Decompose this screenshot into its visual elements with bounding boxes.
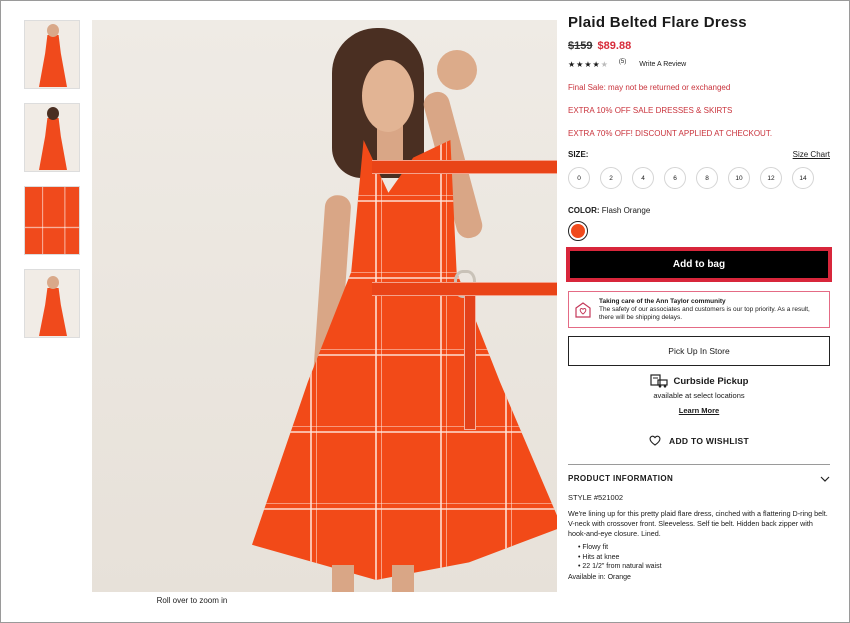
learn-more-link[interactable]: Learn More — [679, 406, 719, 415]
size-label: SIZE: — [568, 150, 589, 159]
thumbnail-full[interactable] — [24, 269, 80, 338]
list-item: 22 1/2" from natural waist — [578, 562, 830, 572]
product-description: We're lining up for this pretty plaid fl… — [568, 509, 828, 538]
size-options: 0 2 4 6 8 10 12 14 — [568, 167, 830, 189]
size-chart-link[interactable]: Size Chart — [793, 150, 830, 159]
size-option[interactable]: 8 — [696, 167, 718, 189]
thumbnail-detail[interactable] — [24, 186, 80, 255]
size-option[interactable]: 4 — [632, 167, 654, 189]
add-to-wishlist-button[interactable]: ADD TO WISHLIST — [568, 435, 830, 446]
wishlist-label: ADD TO WISHLIST — [669, 435, 749, 446]
original-price: $159 — [568, 40, 593, 52]
color-swatch-flash-orange[interactable] — [568, 221, 588, 241]
zoom-hint: Roll over to zoom in — [156, 596, 228, 605]
product-details-panel: Plaid Belted Flare Dress $159 $89.88 ★★★… — [566, 14, 832, 581]
community-notice: Taking care of the Ann Taylor community … — [568, 291, 830, 328]
size-option[interactable]: 6 — [664, 167, 686, 189]
product-info-toggle[interactable]: PRODUCT INFORMATION — [568, 474, 830, 483]
thumbnail-back[interactable] — [24, 103, 80, 172]
price: $159 $89.88 — [568, 40, 830, 52]
heart-box-icon — [575, 301, 591, 318]
color-row: COLOR: Flash Orange — [568, 206, 830, 241]
star-filled-icon: ★ — [592, 60, 601, 69]
size-option[interactable]: 12 — [760, 167, 782, 189]
size-option[interactable]: 2 — [600, 167, 622, 189]
product-info-heading: PRODUCT INFORMATION — [568, 474, 674, 483]
product-main-image[interactable] — [92, 20, 557, 592]
curbside-title: Curbside Pickup — [673, 375, 749, 387]
curbside-subtitle: available at select locations — [653, 391, 745, 400]
community-body: The safety of our associates and custome… — [599, 305, 810, 321]
feature-list: Flowy fit Hits at knee 22 1/2" from natu… — [568, 543, 830, 572]
color-label: COLOR: — [568, 206, 600, 215]
divider — [568, 464, 830, 465]
star-empty-icon: ★ — [600, 60, 609, 69]
availability: Available in: Orange — [568, 573, 631, 581]
heart-icon — [649, 435, 661, 446]
thumbnail-front[interactable] — [24, 20, 80, 89]
final-sale-note: Final Sale: may not be returned or excha… — [568, 83, 731, 92]
style-number: STYLE #521002 — [568, 493, 624, 502]
size-option[interactable]: 14 — [792, 167, 814, 189]
list-item: Flowy fit — [578, 543, 830, 553]
size-option[interactable]: 10 — [728, 167, 750, 189]
promo-extra-10: EXTRA 10% OFF SALE DRESSES & SKIRTS — [568, 106, 733, 115]
size-header: SIZE: Size Chart — [568, 150, 830, 159]
pick-up-in-store-button[interactable]: Pick Up In Store — [568, 336, 830, 366]
color-value: Flash Orange — [601, 206, 651, 215]
chevron-down-icon — [820, 476, 830, 482]
product-title: Plaid Belted Flare Dress — [568, 14, 747, 31]
rating-row: ★★★★★ (5) Write A Review — [568, 58, 830, 70]
list-item: Hits at knee — [578, 553, 830, 563]
write-review-link[interactable]: Write A Review — [639, 61, 686, 68]
review-count: (5) — [618, 58, 627, 65]
star-rating[interactable]: ★★★★★ — [568, 60, 609, 69]
star-filled-icon: ★ — [584, 60, 593, 69]
community-title: Taking care of the Ann Taylor community — [599, 297, 726, 305]
curbside-store-icon — [649, 374, 668, 388]
thumbnail-list — [24, 20, 81, 352]
curbside-pickup: Curbside Pickup available at select loca… — [568, 374, 830, 418]
size-option[interactable]: 0 — [568, 167, 590, 189]
add-to-bag-button[interactable]: Add to bag — [566, 247, 832, 282]
sale-price: $89.88 — [597, 40, 632, 52]
star-filled-icon: ★ — [568, 60, 577, 69]
promo-extra-70: EXTRA 70% OFF! DISCOUNT APPLIED AT CHECK… — [568, 129, 773, 138]
